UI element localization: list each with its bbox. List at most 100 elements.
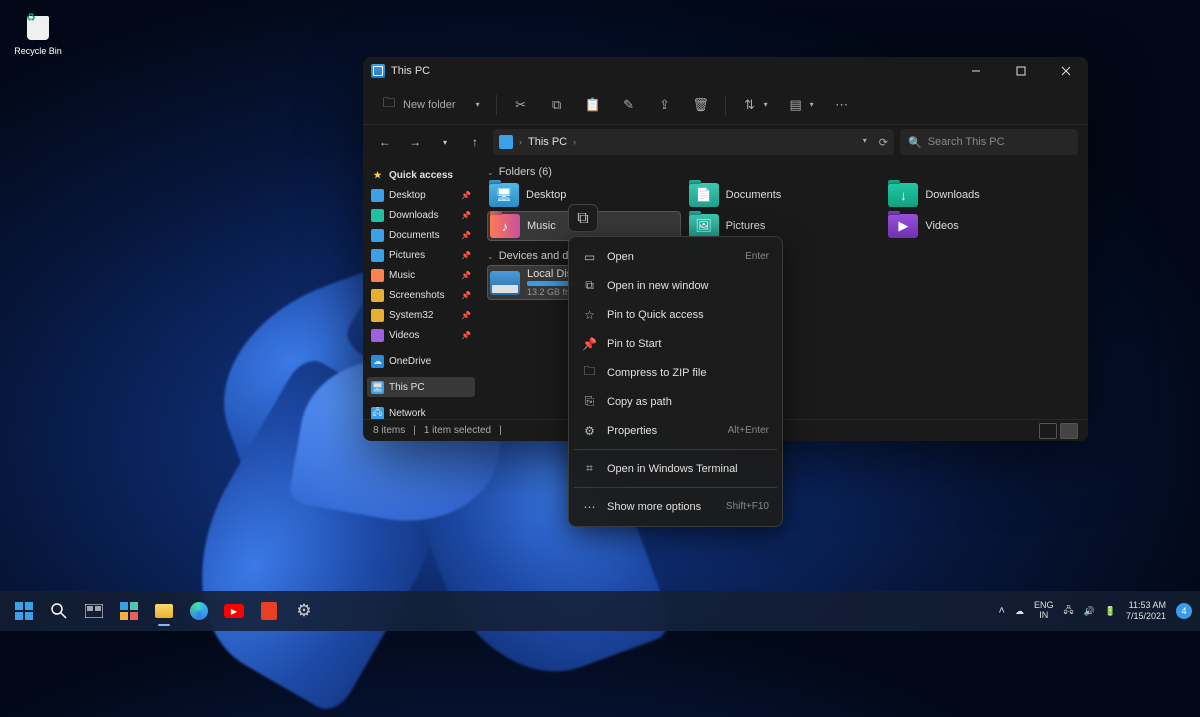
sidebar-onedrive[interactable]: ☁OneDrive [367,351,475,371]
sort-icon: ⇅ [742,97,758,113]
widgets-button[interactable] [113,595,145,627]
recycle-bin[interactable]: ♻ Recycle Bin [8,4,68,56]
address-dropdown-icon[interactable]: ▾ [863,136,867,149]
pin-icon: 📌 [461,191,471,200]
sidebar-this-pc[interactable]: 🖥This PC [367,377,475,397]
context-menu: ▭OpenEnter⧉Open in new window☆Pin to Qui… [568,236,783,527]
context-properties[interactable]: ⚙PropertiesAlt+Enter [574,416,777,445]
mini-copy-icon[interactable]: ⧉ [571,207,595,231]
forward-button[interactable]: → [403,130,427,154]
back-button[interactable]: ← [373,130,397,154]
sidebar-item-pictures[interactable]: Pictures📌 [367,245,475,265]
close-button[interactable] [1043,57,1088,85]
tray-chevron-icon[interactable]: ˄ [999,605,1005,617]
navigation-pane: ★Quick access Desktop📌Downloads📌Document… [363,159,479,419]
quick-access-header[interactable]: ★Quick access [367,165,475,185]
paste-button[interactable]: 📋 [577,90,609,120]
context-item-icon: ⌗ [582,461,597,476]
search-input[interactable]: 🔍 Search This PC [900,129,1078,155]
youtube-taskbar[interactable]: ▶ [218,595,250,627]
recent-dropdown[interactable]: ▾ [433,130,457,154]
volume-tray-icon[interactable]: 🔊 [1084,606,1095,617]
context-show-more-options[interactable]: ⋯Show more optionsShift+F10 [574,492,777,521]
up-button[interactable]: ↑ [463,130,487,154]
context-open-in-new-window[interactable]: ⧉Open in new window [574,271,777,300]
new-dropdown[interactable]: ▾ [468,90,488,120]
location-icon [499,135,513,149]
pin-icon: 📌 [461,291,471,300]
cut-button[interactable]: ✂ [505,90,537,120]
folder-icon [371,269,384,282]
maximize-button[interactable] [998,57,1043,85]
sort-button[interactable]: ⇅▾ [734,90,776,120]
selection-count: 1 item selected [424,425,491,436]
context-pin-to-quick-access[interactable]: ☆Pin to Quick access [574,300,777,329]
context-compress-to-zip-file[interactable]: 🗀Compress to ZIP file [574,358,777,387]
folder-icon [371,249,384,262]
address-bar[interactable]: › This PC › ▾⟳ [493,129,894,155]
details-view-button[interactable] [1039,423,1057,439]
sidebar-item-desktop[interactable]: Desktop📌 [367,185,475,205]
minimize-button[interactable] [953,57,998,85]
context-copy-as-path[interactable]: ⎘Copy as path [574,387,777,416]
more-button[interactable]: ⋯ [826,90,858,120]
this-pc-icon [371,64,385,78]
folder-downloads[interactable]: ↓Downloads [886,181,1080,209]
task-view-button[interactable] [78,595,110,627]
folder-documents[interactable]: 📄Documents [687,181,881,209]
context-open-in-windows-terminal[interactable]: ⌗Open in Windows Terminal [574,454,777,483]
copy-icon: ⧉ [549,97,565,113]
refresh-button[interactable]: ⟳ [879,136,888,149]
edge-taskbar[interactable] [183,595,215,627]
drive-icon [490,271,520,295]
sidebar-item-downloads[interactable]: Downloads📌 [367,205,475,225]
pin-icon: 📌 [461,311,471,320]
pin-icon: 📌 [461,231,471,240]
thumbnails-view-button[interactable] [1060,423,1078,439]
office-taskbar[interactable] [253,595,285,627]
battery-tray-icon[interactable]: 🔋 [1105,606,1116,617]
view-button[interactable]: ▤▾ [780,90,822,120]
sidebar-item-videos[interactable]: Videos📌 [367,325,475,345]
view-icon: ▤ [788,97,804,113]
context-pin-to-start[interactable]: 📌Pin to Start [574,329,777,358]
settings-taskbar[interactable]: ⚙ [288,595,320,627]
titlebar[interactable]: This PC [363,57,1088,85]
copy-button[interactable]: ⧉ [541,90,573,120]
sidebar-item-screenshots[interactable]: Screenshots📌 [367,285,475,305]
delete-button[interactable]: 🗑 [685,90,717,120]
folder-icon [371,309,384,322]
context-mini-toolbar: ⧉ [568,204,598,232]
folder-icon [371,209,384,222]
start-button[interactable] [8,595,40,627]
share-button[interactable]: ⇪ [649,90,681,120]
network-tray-icon[interactable]: 🖧 [1063,603,1073,619]
pin-icon: 📌 [461,211,471,220]
context-open[interactable]: ▭OpenEnter [574,242,777,271]
sidebar-item-system32[interactable]: System32📌 [367,305,475,325]
folders-section-header[interactable]: ⌄Folders (6) [487,163,1080,181]
notification-badge[interactable]: 4 [1176,603,1192,619]
folder-icon [371,329,384,342]
folder-videos[interactable]: ▶Videos [886,211,1080,241]
clock[interactable]: 11:53 AM7/15/2021 [1126,600,1166,622]
onedrive-tray-icon[interactable]: ☁ [1015,606,1024,617]
rename-button[interactable]: ✎ [613,90,645,120]
context-item-icon: ⚙ [582,424,597,438]
delete-icon: 🗑 [693,97,709,113]
search-button[interactable] [43,595,75,627]
sidebar-item-music[interactable]: Music📌 [367,265,475,285]
context-item-icon: ⋯ [582,500,597,514]
file-explorer-taskbar[interactable] [148,595,180,627]
window-title: This PC [391,65,430,77]
folder-plus-icon: 🗀 [381,97,397,113]
recycle-bin-label: Recycle Bin [8,46,68,56]
recycle-bin-icon: ♻ [21,4,55,44]
pin-icon: 📌 [461,331,471,340]
folder-icon: ▶ [888,214,918,238]
sidebar-item-documents[interactable]: Documents📌 [367,225,475,245]
new-folder-button[interactable]: 🗀New folder [373,90,464,120]
context-item-icon: ⧉ [582,278,597,293]
context-item-icon: 📌 [582,337,597,351]
sidebar-network[interactable]: 🖧Network [367,403,475,419]
